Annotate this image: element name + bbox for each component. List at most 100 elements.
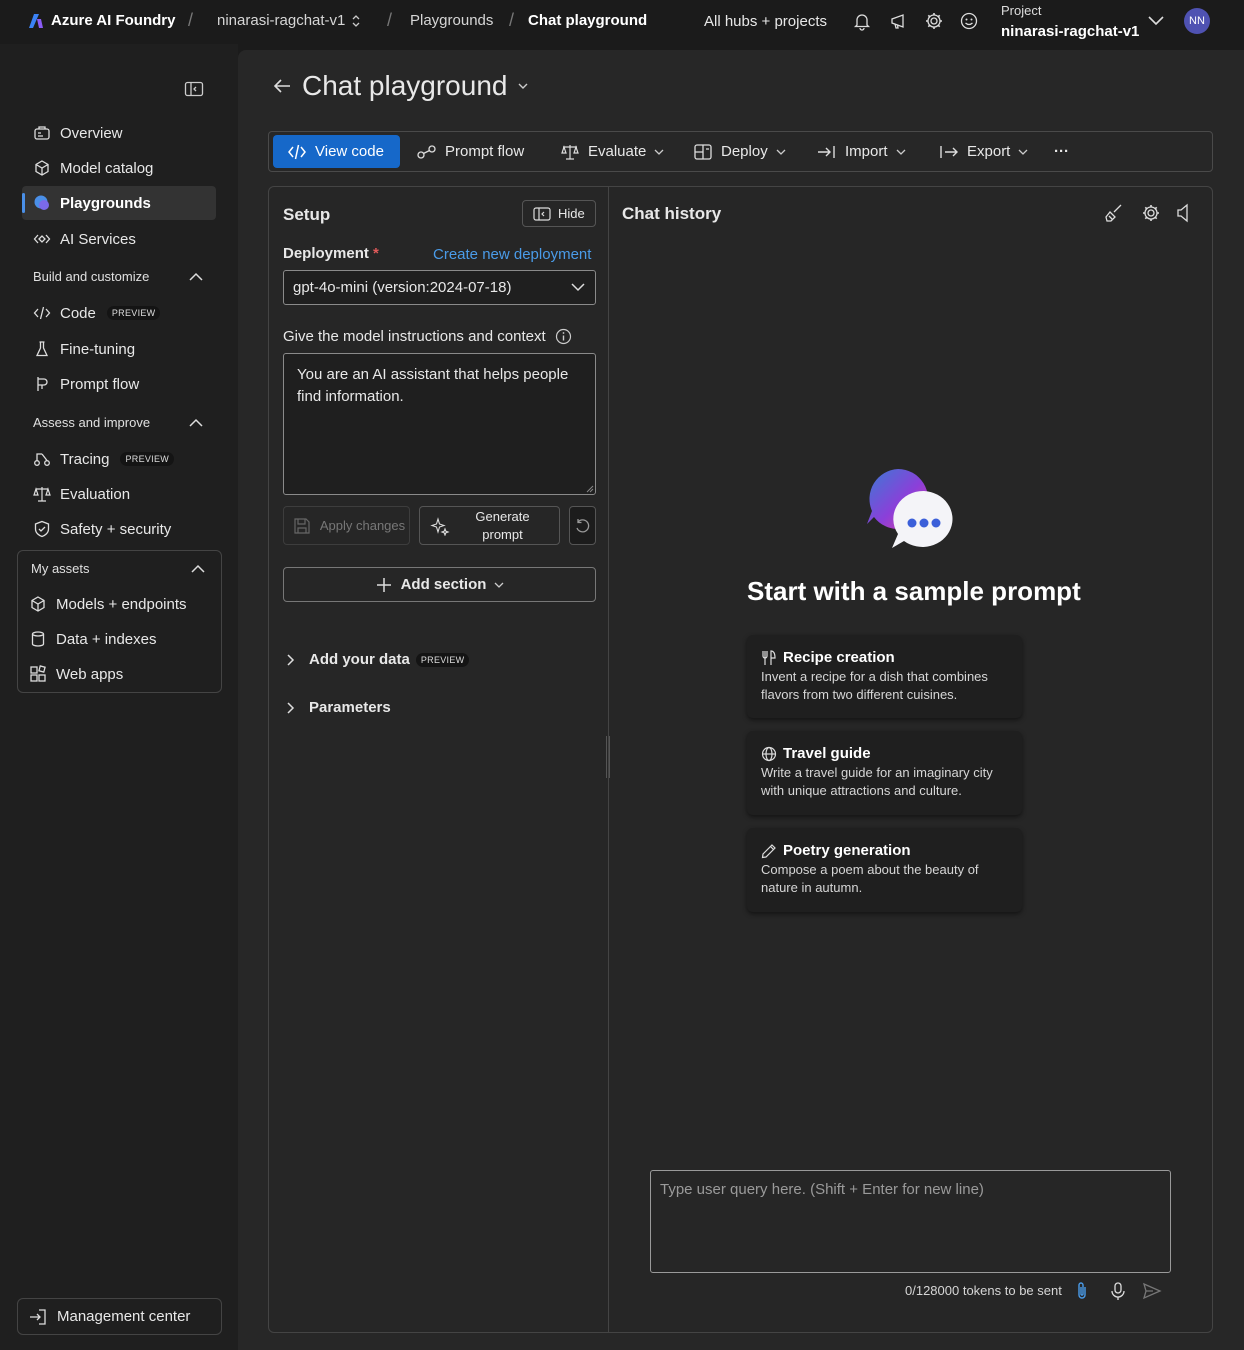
card-title: Recipe creation (783, 649, 895, 666)
chevron-up-icon (189, 272, 203, 282)
paperclip-icon[interactable] (1074, 1281, 1090, 1301)
hide-label: Hide (558, 206, 585, 221)
send-icon[interactable] (1142, 1282, 1162, 1300)
system-message-textarea[interactable]: You are an AI assistant that helps peopl… (283, 353, 596, 495)
avatar[interactable]: NN (1184, 8, 1210, 34)
back-arrow-icon[interactable] (272, 76, 292, 96)
sidebar-item-model-catalog[interactable]: Model catalog (22, 151, 216, 185)
sidebar-item-fine-tuning[interactable]: Fine-tuning (22, 332, 216, 366)
megaphone-icon[interactable] (889, 11, 909, 31)
import-label: Import (845, 143, 888, 160)
sidebar-item-web-apps[interactable]: Web apps (18, 657, 212, 691)
sample-card-recipe[interactable]: Recipe creation Invent a recipe for a di… (747, 635, 1022, 718)
group-header-build[interactable]: Build and customize (33, 269, 203, 284)
prompt-flow-button[interactable]: Prompt flow (417, 132, 524, 171)
add-data-expander[interactable]: Add your data PREVIEW (285, 651, 470, 668)
add-data-label: Add your data (309, 651, 410, 668)
group-header-label: Build and customize (33, 269, 150, 284)
deployment-label-text: Deployment (283, 245, 369, 262)
generate-prompt-label: Generate prompt (475, 508, 530, 542)
export-icon (939, 143, 959, 161)
breadcrumb-current: Chat playground (528, 12, 648, 29)
gear-icon[interactable] (1141, 203, 1161, 223)
sidebar-item-prompt-flow[interactable]: Prompt flow (22, 367, 216, 401)
sidebar-item-label: Data + indexes (56, 630, 157, 648)
broom-icon[interactable] (1104, 203, 1124, 223)
add-section-button[interactable]: Add section (283, 567, 596, 602)
card-title-row: Recipe creation (761, 649, 1008, 666)
database-icon (29, 630, 47, 648)
card-title: Poetry generation (783, 842, 911, 859)
card-title-row: Poetry generation (761, 842, 1008, 859)
deploy-button[interactable]: Deploy (693, 132, 786, 171)
create-deployment-link[interactable]: Create new deployment (433, 246, 591, 263)
code-icon (287, 144, 307, 160)
sidebar-item-data-indexes[interactable]: Data + indexes (18, 622, 212, 656)
chevron-down-icon (654, 148, 664, 156)
sidebar-item-safety-security[interactable]: Safety + security (22, 512, 216, 546)
breadcrumb-playgrounds[interactable]: Playgrounds (410, 12, 493, 29)
sidebar-item-models-endpoints[interactable]: Models + endpoints (18, 587, 212, 621)
sample-card-travel[interactable]: Travel guide Write a travel guide for an… (747, 731, 1022, 815)
parameters-label: Parameters (309, 699, 391, 716)
management-center-button[interactable]: Management center (17, 1298, 222, 1335)
sidebar-item-tracing[interactable]: Tracing PREVIEW (22, 442, 216, 476)
apps-icon (29, 665, 47, 683)
chat-input[interactable]: Type user query here. (Shift + Enter for… (650, 1170, 1171, 1273)
food-icon (761, 649, 777, 666)
sidebar-item-ai-services[interactable]: AI Services (22, 222, 216, 256)
sidebar-item-evaluation[interactable]: Evaluation (22, 477, 216, 511)
card-title-row: Travel guide (761, 745, 1008, 762)
overview-icon (33, 124, 51, 142)
sidebar-item-playgrounds[interactable]: Playgrounds (22, 186, 216, 220)
sidebar-item-label: Tracing (60, 450, 110, 468)
instructions-label-text: Give the model instructions and context (283, 328, 546, 345)
evaluate-button[interactable]: Evaluate (560, 132, 664, 171)
page-title: Chat playground (302, 70, 508, 101)
hide-button[interactable]: Hide (522, 200, 596, 227)
deployment-select[interactable]: gpt-4o-mini (version:2024-07-18) (283, 270, 596, 305)
gear-icon[interactable] (924, 11, 944, 31)
parameters-expander[interactable]: Parameters (285, 699, 391, 716)
group-header-assets[interactable]: My assets (31, 561, 205, 576)
prompt-flow-icon (417, 144, 437, 160)
foundry-logo-icon (28, 13, 44, 29)
brand-logo[interactable]: Azure AI Foundry (28, 12, 175, 29)
reset-button[interactable] (569, 506, 596, 545)
resize-handle[interactable] (606, 736, 610, 778)
sidebar-item-overview[interactable]: Overview (22, 116, 216, 150)
evaluate-label: Evaluate (588, 143, 647, 160)
import-button[interactable]: Import (817, 132, 906, 171)
chevron-down-icon[interactable] (517, 81, 529, 91)
smiley-icon[interactable] (959, 11, 979, 31)
more-options-button[interactable]: ··· (1054, 132, 1069, 171)
import-icon (817, 143, 837, 161)
sidebar-item-label: Overview (60, 124, 123, 142)
speaker-icon[interactable] (1175, 203, 1193, 223)
resize-grip-icon[interactable] (586, 485, 594, 493)
all-hubs-link[interactable]: All hubs + projects (704, 13, 827, 30)
prompt-flow-label: Prompt flow (445, 143, 525, 160)
generate-prompt-button[interactable]: Generate prompt (419, 506, 560, 545)
info-icon[interactable] (555, 328, 572, 345)
chevron-down-icon (494, 581, 504, 589)
project-switcher[interactable]: ninarasi-ragchat-v1 (217, 12, 361, 29)
export-button[interactable]: Export (939, 132, 1028, 171)
view-code-button[interactable]: View code (273, 135, 400, 168)
project-name[interactable]: ninarasi-ragchat-v1 (1001, 23, 1139, 40)
microphone-icon[interactable] (1109, 1281, 1127, 1301)
chevron-down-icon[interactable] (1147, 13, 1165, 27)
deployment-value: gpt-4o-mini (version:2024-07-18) (293, 279, 512, 296)
group-header-assess[interactable]: Assess and improve (33, 415, 203, 430)
chevron-down-icon (776, 148, 786, 156)
card-description: Write a travel guide for an imaginary ci… (761, 765, 993, 798)
collapse-sidebar-icon[interactable] (184, 80, 204, 98)
management-center-label: Management center (57, 1308, 191, 1325)
sidebar-item-label: Code (60, 304, 96, 322)
sidebar-item-code[interactable]: Code PREVIEW (22, 296, 216, 330)
chevron-up-icon (189, 418, 203, 428)
cube-icon (29, 595, 47, 613)
apply-changes-button[interactable]: Apply changes (283, 506, 410, 545)
bell-icon[interactable] (852, 11, 872, 31)
sample-card-poetry[interactable]: Poetry generation Compose a poem about t… (747, 828, 1022, 912)
